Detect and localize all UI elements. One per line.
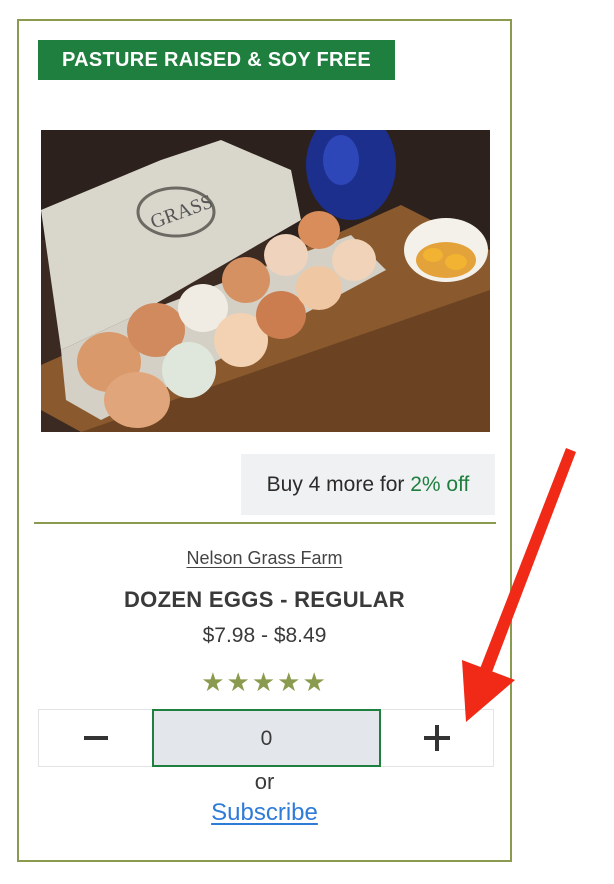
product-title[interactable]: DOZEN EGGS - REGULAR xyxy=(19,587,510,613)
plus-icon xyxy=(424,725,450,751)
pasture-raised-badge: PASTURE RAISED & SOY FREE xyxy=(38,40,395,80)
divider xyxy=(34,522,496,524)
increase-quantity-button[interactable] xyxy=(381,710,493,766)
product-image[interactable]: GRASS xyxy=(41,130,490,432)
product-price: $7.98 - $8.49 xyxy=(202,624,327,647)
quantity-input[interactable]: 0 xyxy=(152,709,381,767)
farm-link[interactable]: Nelson Grass Farm xyxy=(19,548,510,569)
or-separator: or xyxy=(254,769,275,794)
quantity-stepper: 0 xyxy=(38,709,494,767)
minus-icon xyxy=(83,736,108,740)
subscribe-link[interactable]: Subscribe xyxy=(19,799,510,827)
decrease-quantity-button[interactable] xyxy=(39,710,152,766)
discount-prefix: Buy 4 more for xyxy=(266,473,411,496)
bulk-discount-banner: Buy 4 more for 2% off xyxy=(241,454,495,515)
discount-value: 2% off xyxy=(410,473,470,496)
egg-carton-photo-icon: GRASS xyxy=(41,130,490,432)
rating-stars: ★★★★★ xyxy=(201,667,328,697)
product-card: PASTURE RAISED & SOY FREE GRASS Buy 4 mo… xyxy=(17,19,512,862)
